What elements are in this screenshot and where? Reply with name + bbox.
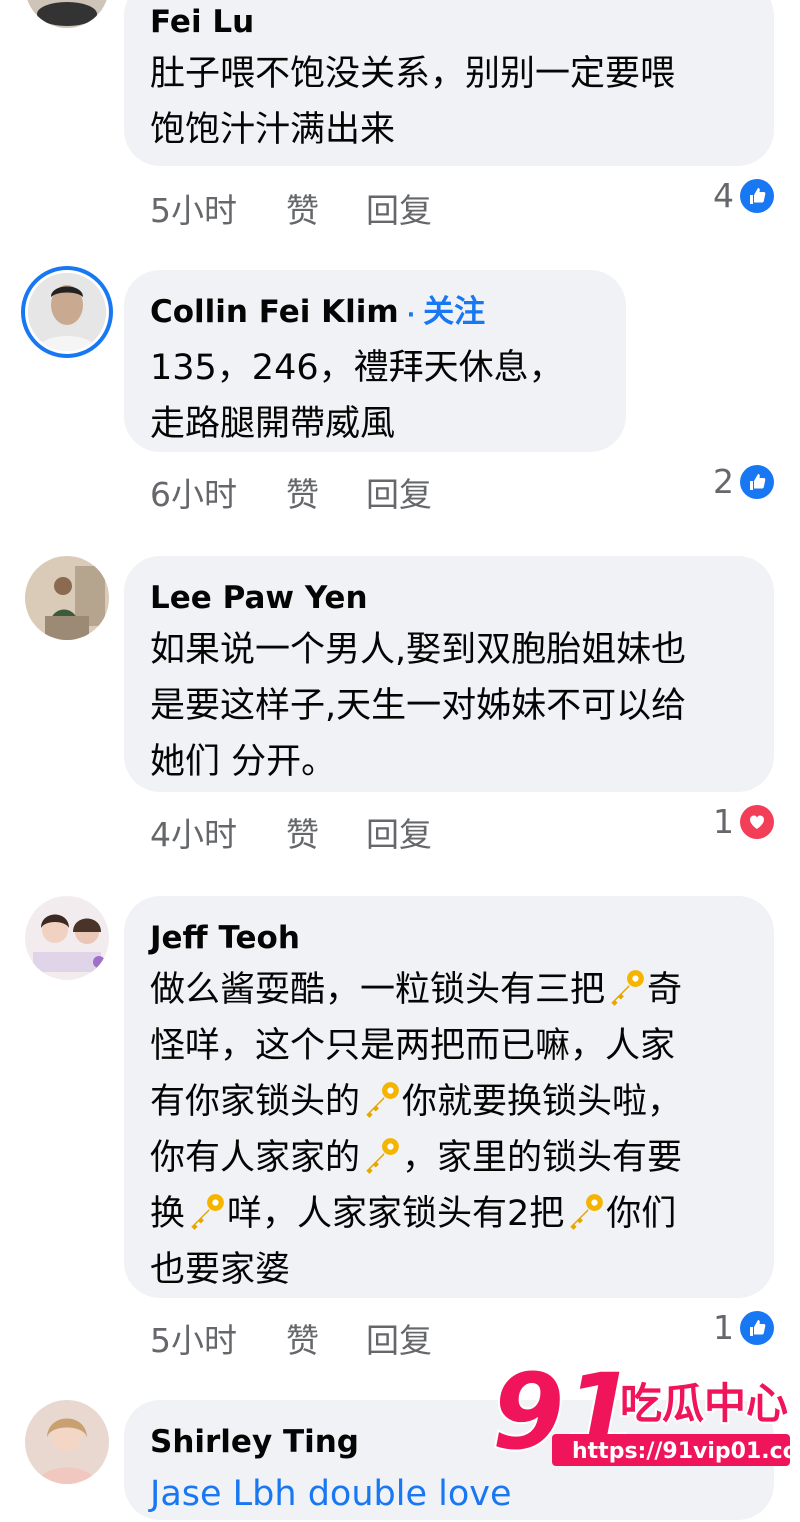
reaction-summary[interactable]: 2 (713, 462, 774, 501)
comment-text: 135，246，禮拜天休息， 走路腿開帶威風 (150, 348, 564, 444)
reply-button[interactable]: 回复 (366, 468, 432, 516)
reaction-count: 2 (713, 462, 734, 501)
comment-bubble[interactable]: Jeff Teoh 做么酱耍酷，一粒锁头有三把奇 怪咩，这个只是两把而已嘛，人家… (124, 896, 774, 1298)
key-emoji-icon (366, 1138, 399, 1174)
reaction-summary[interactable]: 1 (713, 802, 774, 841)
timestamp: 5小时 (150, 1321, 237, 1360)
comment-bubble[interactable]: Lee Paw Yen 如果说一个男人,娶到双胞胎姐妹也 是要这样子,天生一对姊… (124, 556, 774, 792)
watermark-brand: 吃瓜中心 (620, 1379, 788, 1428)
thumbs-up-icon (740, 1310, 774, 1345)
avatar[interactable] (25, 270, 109, 354)
reaction-summary[interactable]: 4 (713, 176, 774, 215)
heart-icon (740, 804, 774, 839)
key-emoji-icon (366, 1082, 399, 1118)
comment-meta: 5小时 赞 回复 (150, 184, 432, 232)
reply-button[interactable]: 回复 (366, 184, 432, 232)
like-button[interactable]: 赞 (286, 1314, 366, 1362)
comment-text: 肚子喂不饱没关系，别别一定要喂 饱饱汁汁满出来 (150, 54, 676, 150)
avatar[interactable] (25, 0, 109, 28)
reaction-count: 1 (713, 1308, 734, 1347)
reply-button[interactable]: 回复 (366, 1314, 432, 1362)
timestamp: 4小时 (150, 815, 237, 854)
reply-button[interactable]: 回复 (366, 808, 432, 856)
avatar[interactable] (25, 896, 109, 980)
commenter-name[interactable]: Fei Lu (150, 2, 748, 42)
avatar[interactable] (25, 556, 109, 640)
key-emoji-icon (191, 1194, 224, 1230)
key-emoji-icon (611, 970, 644, 1006)
comment-meta: 4小时 赞 回复 (150, 808, 432, 856)
like-button[interactable]: 赞 (286, 468, 366, 516)
text-segment: 做么酱耍酷，一粒锁头有三把 (150, 970, 606, 1010)
commenter-name[interactable]: Collin Fei Klim (150, 294, 399, 330)
watermark-logo: 91 吃瓜中心 https://91vip01.com (490, 1349, 800, 1476)
comment-bubble[interactable]: Fei Lu 肚子喂不饱没关系，别别一定要喂 饱饱汁汁满出来 (124, 0, 774, 166)
comment-meta: 5小时 赞 回复 (150, 1314, 432, 1362)
key-emoji-icon (570, 1194, 604, 1230)
reaction-count: 4 (713, 176, 734, 215)
text-segment: 咩，人家家锁头有2把 (227, 1194, 565, 1234)
thumbs-up-icon (740, 178, 774, 213)
reaction-count: 1 (713, 802, 734, 841)
watermark-url: https://91vip01.com (572, 1439, 792, 1464)
avatar[interactable] (25, 1400, 109, 1484)
thumbs-up-icon (740, 464, 774, 499)
like-button[interactable]: 赞 (286, 808, 366, 856)
timestamp: 6小时 (150, 475, 237, 514)
separator-dot: · (406, 303, 416, 328)
follow-button[interactable]: 关注 (423, 294, 485, 330)
comment-text: 如果说一个男人,娶到双胞胎姐妹也 是要这样子,天生一对姊妹不可以给 她们 分开。 (150, 630, 687, 782)
commenter-name[interactable]: Jeff Teoh (150, 918, 748, 958)
comment-text: 做么酱耍酷，一粒锁头有三把奇 怪咩，这个只是两把而已嘛，人家 有你家锁头的 你就要… (150, 962, 748, 1298)
comment-bubble[interactable]: Collin Fei Klim · 关注 135，246，禮拜天休息， 走路腿開帶威… (124, 270, 626, 452)
reaction-summary[interactable]: 1 (713, 1308, 774, 1347)
commenter-name[interactable]: Lee Paw Yen (150, 578, 748, 618)
like-button[interactable]: 赞 (286, 184, 366, 232)
timestamp: 5小时 (150, 191, 237, 230)
comment-meta: 6小时 赞 回复 (150, 468, 432, 516)
